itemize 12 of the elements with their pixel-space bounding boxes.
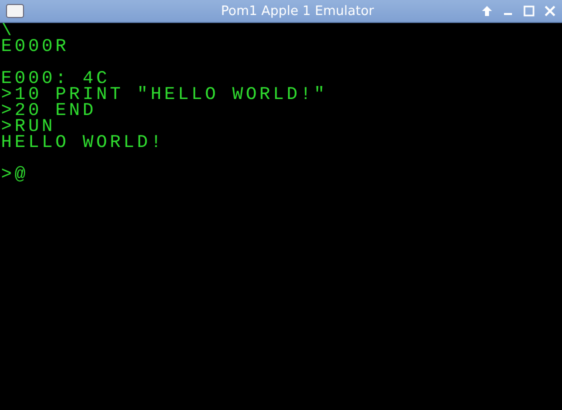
terminal-line: E000R [1, 39, 70, 55]
window-title: Pom1 Apple 1 Emulator [220, 4, 374, 18]
maximize-icon[interactable] [523, 5, 535, 17]
up-arrow-icon[interactable] [481, 5, 493, 17]
terminal-line: E000: 4C [1, 71, 110, 87]
terminal-line: >RUN [1, 119, 56, 135]
terminal-line: HELLO WORLD! [1, 135, 164, 151]
terminal-line: >10 PRINT "HELLO WORLD!" [1, 87, 328, 103]
close-icon[interactable] [544, 5, 556, 17]
window-icon [6, 4, 24, 18]
terminal-line: >20 END [1, 103, 96, 119]
terminal-line: >@ [1, 167, 28, 183]
